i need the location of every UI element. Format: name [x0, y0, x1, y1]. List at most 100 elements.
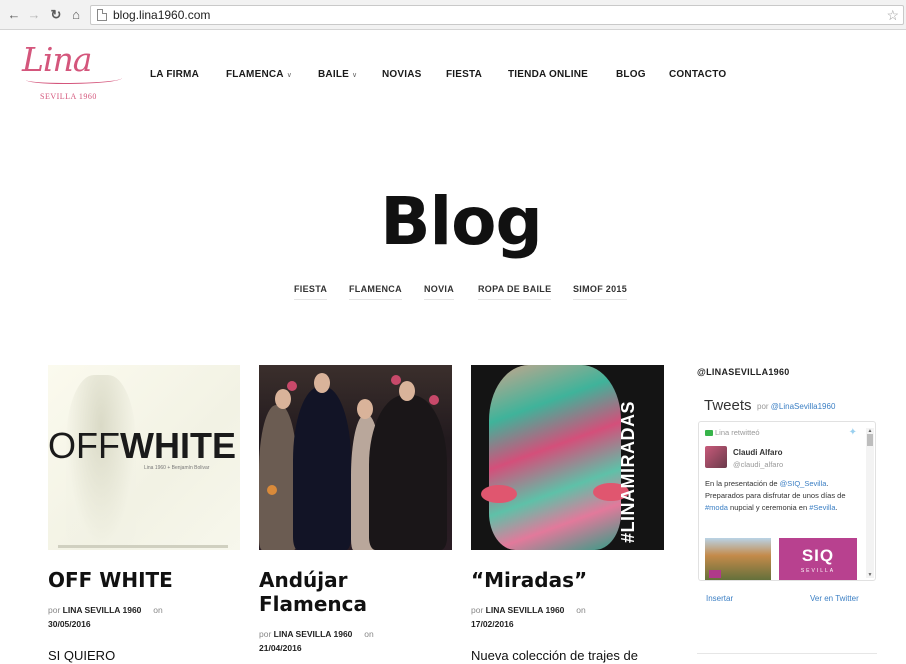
avatar[interactable] — [705, 446, 727, 468]
scrollbar-thumb[interactable] — [867, 434, 873, 446]
view-on-twitter-link[interactable]: Ver en Twitter — [810, 594, 859, 603]
chevron-down-icon: ∨ — [352, 72, 358, 79]
back-icon[interactable]: ← — [6, 7, 22, 23]
photo-dress — [489, 365, 621, 550]
photo-flower — [287, 381, 297, 391]
meta-by: por — [48, 605, 61, 615]
post-excerpt: SI QUIERO — [48, 648, 116, 663]
meta-on: on — [153, 605, 163, 615]
siq-logo-text: SIQ — [801, 546, 835, 565]
menu-label: NOVIAS — [382, 69, 422, 80]
menu-label: LA FIRMA — [150, 69, 199, 80]
post-title-line: Flamenca — [259, 592, 368, 616]
category-flamenca[interactable]: FLAMENCA — [349, 282, 402, 300]
sidebar-heading: @LINASEVILLA1960 — [697, 367, 790, 377]
post-date: 17/02/2016 — [471, 619, 514, 629]
tweet-author-name[interactable]: Claudi Alfaro — [733, 448, 782, 457]
category-fiesta[interactable]: FIESTA — [294, 282, 328, 300]
tweet-author-handle[interactable]: @claudi_alfaro — [733, 460, 783, 469]
twitter-bird-icon[interactable]: ✦ — [849, 427, 857, 438]
chevron-down-icon: ∨ — [286, 72, 293, 79]
photo-flower — [429, 395, 439, 405]
retweet-label: Lina retwitteó — [705, 428, 760, 437]
scroll-down-icon[interactable]: ▼ — [866, 572, 874, 578]
hashtag-overlay: #LINAMIRADAS — [618, 400, 638, 543]
post-thumbnail-miradas[interactable]: #LINAMIRADAS — [471, 365, 664, 550]
menu-label: BLOG — [616, 69, 646, 80]
photo-flower — [391, 375, 401, 385]
photo-figure — [369, 395, 447, 550]
menu-label: CONTACTO — [669, 69, 727, 80]
twitter-widget-byline: por @LinaSevilla1960 — [757, 402, 835, 411]
menu-item-la-firma[interactable]: LA FIRMA — [150, 66, 199, 84]
photo-flower — [267, 485, 277, 495]
photo-face — [275, 389, 291, 409]
post-author[interactable]: LINA SEVILLA 1960 — [274, 629, 353, 639]
menu-item-novias[interactable]: NOVIAS — [382, 66, 422, 84]
retweet-icon — [705, 430, 713, 437]
post-author[interactable]: LINA SEVILLA 1960 — [486, 605, 565, 615]
embed-link[interactable]: Insertar — [706, 594, 733, 603]
tweet-text: En la presentación de @SIQ_Sevilla. Prep… — [705, 478, 857, 514]
forward-icon[interactable]: → — [26, 7, 42, 23]
menu-item-tienda-online[interactable]: TIENDA ONLINE — [508, 66, 588, 84]
photo-face — [314, 373, 330, 393]
menu-item-fiesta[interactable]: FIESTA — [446, 66, 482, 84]
reload-icon[interactable]: ↻ — [48, 7, 64, 23]
twitter-account-link[interactable]: @LinaSevilla1960 — [771, 402, 836, 411]
tweet-timeline[interactable]: Lina retwitteó ✦ Claudi Alfaro @claudi_a… — [698, 421, 876, 581]
tweet-image[interactable] — [705, 538, 771, 580]
post-meta: por LINA SEVILLA 1960 on 21/04/2016 — [259, 627, 374, 655]
twitter-widget-title[interactable]: Tweets — [704, 397, 752, 414]
post-title[interactable]: OFF WHITE — [48, 568, 173, 592]
photo-face — [399, 381, 415, 401]
post-date: 21/04/2016 — [259, 643, 302, 653]
home-icon[interactable]: ⌂ — [68, 7, 84, 23]
url-text[interactable]: blog.lina1960.com — [113, 7, 210, 23]
menu-item-contacto[interactable]: CONTACTO — [669, 66, 726, 84]
category-ropa-de-baile[interactable]: ROPA DE BAILE — [478, 282, 552, 300]
wordmark-light: OFF — [48, 425, 120, 466]
site-logo[interactable]: Lina SEVILLA 1960 — [22, 40, 132, 104]
wordmark-bold: WHITE — [119, 425, 236, 466]
retweet-text: Lina retwitteó — [715, 428, 760, 437]
tweet-text-part: En la presentación de — [705, 479, 780, 488]
post-title[interactable]: “Miradas” — [471, 568, 587, 592]
divider — [697, 653, 877, 654]
tweet-text-part: nupcial y ceremonia en — [727, 503, 810, 512]
tweet-text-part: . — [835, 503, 838, 512]
tweet-image[interactable]: SIQ SEVILLA — [779, 538, 857, 580]
category-novia[interactable]: NOVIA — [424, 282, 455, 300]
twitter-widget: Tweets por @LinaSevilla1960 Lina retwitt… — [698, 393, 876, 589]
menu-item-blog[interactable]: BLOG — [616, 66, 646, 84]
scrollbar[interactable]: ▲ ▼ — [866, 428, 874, 578]
post-title[interactable]: Andújar Flamenca — [259, 568, 367, 616]
logo-swash — [26, 74, 122, 84]
post-title-line: Andújar — [259, 568, 348, 592]
tweet-mention-link[interactable]: @SIQ_Sevilla — [780, 479, 827, 488]
address-bar[interactable]: blog.lina1960.com ☆ — [90, 5, 904, 25]
tweet-hashtag-link[interactable]: #Sevilla — [809, 503, 835, 512]
post-thumbnail-off-white[interactable]: OFFWHITE Lina 1960 + Benjamín Bolivar — [48, 365, 240, 550]
tweet-hashtag-link[interactable]: #moda — [705, 503, 728, 512]
siq-logo-subtitle: SEVILLA — [800, 568, 836, 574]
post-date: 30/05/2016 — [48, 619, 91, 629]
category-simof-2015[interactable]: SIMOF 2015 — [573, 282, 628, 300]
menu-item-baile[interactable]: BAILE ∨ — [318, 66, 357, 85]
byline-prefix: por — [757, 402, 769, 411]
meta-by: por — [259, 629, 272, 639]
menu-label: FIESTA — [446, 69, 483, 80]
post-excerpt: Nueva colección de trajes de — [471, 648, 638, 663]
photo-figure — [293, 387, 351, 550]
menu-label: BAILE — [318, 69, 349, 80]
photo-figure — [259, 405, 297, 550]
browser-toolbar: ← → ↻ ⌂ blog.lina1960.com ☆ — [0, 0, 906, 30]
star-icon[interactable]: ☆ — [886, 6, 899, 24]
post-thumbnail-andujar[interactable] — [259, 365, 452, 550]
meta-on: on — [576, 605, 586, 615]
post-author[interactable]: LINA SEVILLA 1960 — [63, 605, 142, 615]
menu-label: FLAMENCA — [226, 69, 284, 80]
page-title: Blog — [380, 183, 543, 260]
menu-label: TIENDA ONLINE — [508, 69, 589, 80]
menu-item-flamenca[interactable]: FLAMENCA ∨ — [226, 66, 292, 85]
